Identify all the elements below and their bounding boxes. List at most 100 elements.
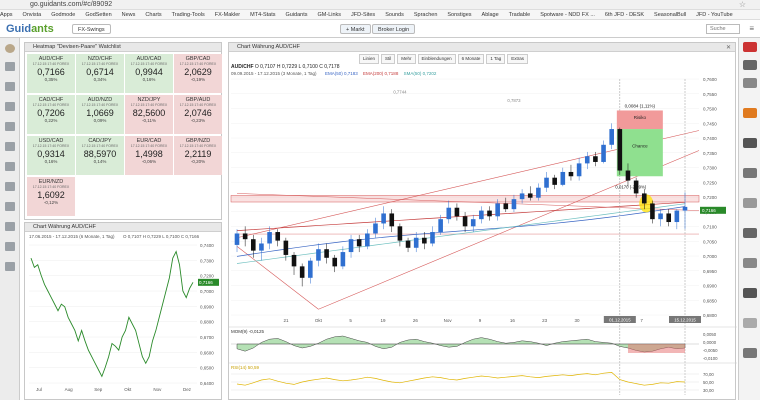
toolbar-button[interactable]: Stil [381, 54, 396, 64]
bookmark-item[interactable]: FX-Makler [215, 10, 240, 19]
candle-body [446, 207, 452, 220]
bookmark-item[interactable]: Charts [145, 10, 161, 19]
tile-date: 17.12.15 17:40 FOREX [32, 103, 70, 107]
date-marker-label: 01.12.2015 [609, 318, 631, 323]
tile-change: 0,16% [44, 159, 58, 164]
heatmap-tile[interactable]: AUD/CHF 17.12.15 17:40 FOREX 0,7166 0,35% [27, 54, 75, 93]
tile-change: 0,34% [93, 77, 107, 82]
bookmark-item[interactable]: Trading-Tools [172, 10, 205, 19]
url-text[interactable]: go.guidants.com/#c/89092 [30, 1, 112, 8]
heatmap-tile[interactable]: AUD/CAD 17.12.15 17:40 FOREX 0,9944 0,16% [125, 54, 173, 93]
y-tick-label: 0,6900 [703, 284, 717, 289]
x-tick-label: 26 [413, 318, 419, 323]
heatmap-tile[interactable]: NZD/JPY 17.12.15 17:40 FOREX 82,5600 -0,11% [125, 95, 173, 134]
workspace-tab[interactable]: FX-Swings [72, 24, 111, 34]
app-shortcut-icon[interactable] [743, 288, 757, 298]
bookmark-item[interactable]: Sprachen [414, 10, 438, 19]
chance-box[interactable] [616, 129, 663, 177]
bookmark-item[interactable]: GodSetten [85, 10, 111, 19]
toolbar-button[interactable]: Extras [507, 54, 529, 64]
bookmark-item[interactable]: JFD - YouTube [696, 10, 732, 19]
bookmark-item[interactable]: Tradable [509, 10, 531, 19]
tile-change: 0,14% [93, 159, 107, 164]
close-icon[interactable]: ✕ [726, 44, 731, 51]
news-icon[interactable] [5, 102, 15, 111]
app-shortcut-icon[interactable] [743, 168, 757, 178]
bookmark-item[interactable]: JFD-Sites [351, 10, 375, 19]
app-shortcut-icon[interactable] [743, 108, 757, 118]
heatmap-tile[interactable]: GBP/AUD 17.12.15 17:40 FOREX 2,0746 -0,23% [174, 95, 222, 134]
price-line [30, 250, 194, 378]
heatmap-tile[interactable]: NZD/CHF 17.12.15 17:40 FOREX 0,6714 0,34% [76, 54, 124, 93]
tile-price: 0,9314 [37, 149, 65, 159]
alerts-icon[interactable] [5, 142, 15, 151]
bookmark-star-icon[interactable]: ☆ [739, 0, 746, 9]
candle-body [658, 213, 663, 220]
guidants-logo[interactable]: Guidants [6, 23, 54, 35]
messages-icon[interactable] [5, 242, 15, 251]
bookmark-item[interactable]: News [122, 10, 136, 19]
small-price-chart[interactable]: 0,7400 0,7300 0,7200 0,7000 0,6900 0,6800 0,67… [25, 241, 223, 399]
x-tick-label: Aug [65, 387, 74, 392]
calendar-icon[interactable] [5, 182, 15, 191]
bookmark-item[interactable]: Ablage [482, 10, 499, 19]
chart-icon[interactable] [5, 82, 15, 91]
toolbar-button[interactable]: Mehr [397, 54, 416, 64]
bookmark-item[interactable]: Sounds [385, 10, 404, 19]
bookmark-item[interactable]: Godmode [51, 10, 75, 19]
toolbar-button[interactable]: Einblendungen [417, 54, 456, 64]
heatmap-tile[interactable]: CAD/CHF 17.12.15 17:40 FOREX 0,7206 0,22% [27, 95, 75, 134]
search-input[interactable]: Suche [706, 24, 740, 34]
avatar[interactable] [5, 44, 15, 53]
candle-body [479, 210, 484, 220]
bookmark-item[interactable]: Guidants [286, 10, 308, 19]
browser-address-bar[interactable]: go.guidants.com/#c/89092 ☆ [0, 0, 760, 10]
screener-icon[interactable] [5, 162, 15, 171]
bookmark-item[interactable]: Spotware - NDD FX ... [540, 10, 595, 19]
menu-icon[interactable]: ≡ [749, 24, 754, 33]
settings-icon[interactable] [5, 262, 15, 271]
app-shortcut-icon[interactable] [743, 60, 757, 70]
toolbar-button[interactable]: 1 Tag [486, 54, 506, 64]
tile-date: 17.12.15 17:40 FOREX [179, 62, 217, 66]
app-shortcut-icon[interactable] [743, 318, 757, 328]
add-market-button[interactable]: + Markt [340, 24, 371, 34]
heatmap-tile[interactable]: EUR/NZD 17.12.15 17:40 FOREX 1,6092 -0,12% [27, 177, 75, 216]
trades-icon[interactable] [5, 222, 15, 231]
portfolio-icon[interactable] [5, 122, 15, 131]
app-shortcut-icon[interactable] [743, 228, 757, 238]
heatmap-tile[interactable]: CAD/JPY 17.12.15 17:40 FOREX 88,5970 0,14% [76, 136, 124, 175]
tile-date: 17.12.15 17:40 FOREX [81, 144, 119, 148]
app-shortcut-icon[interactable] [743, 348, 757, 358]
watchlist-icon[interactable] [5, 62, 15, 71]
depot-icon[interactable] [5, 202, 15, 211]
bookmark-item[interactable]: SeasonalBull [654, 10, 686, 19]
app-shortcut-icon[interactable] [743, 42, 757, 52]
x-tick-label: 21 [283, 318, 289, 323]
heatmap-tile[interactable]: GBP/CAD 17.12.15 17:40 FOREX 2,0629 -0,19% [174, 54, 222, 93]
app-shortcut-icon[interactable] [743, 258, 757, 268]
bookmark-item[interactable]: GM-Links [318, 10, 342, 19]
tile-change: 0,22% [44, 118, 58, 123]
heatmap-tile[interactable]: AUD/NZD 17.12.15 17:40 FOREX 1,0669 0,09% [76, 95, 124, 134]
heatmap-tile[interactable]: GBP/NZD 17.12.15 17:40 FOREX 2,2119 -0,20% [174, 136, 222, 175]
toolbar-button[interactable]: Linien [359, 54, 380, 64]
bookmark-item[interactable]: Onvista [23, 10, 42, 19]
main-price-chart[interactable]: 0,7600 0,7550 0,7500 0,7450 0,7400 0,7350 0,73… [229, 77, 737, 401]
bookmark-item[interactable]: Apps [0, 10, 13, 19]
app-shortcut-icon[interactable] [743, 198, 757, 208]
app-shortcut-icon[interactable] [743, 138, 757, 148]
bookmark-item[interactable]: Sonstiges [447, 10, 471, 19]
tile-date: 17.12.15 17:40 FOREX [81, 103, 119, 107]
toolbar-button[interactable]: 6 Monate [457, 54, 485, 64]
heatmap-tile[interactable]: EUR/CAD 17.12.15 17:40 FOREX 1,4998 -0,06% [125, 136, 173, 175]
candle-body [584, 156, 590, 164]
main-chart-range: 09.09.2015 - 17.12.2015 (3 Monate, 1 Tag… [231, 71, 317, 76]
bookmark-item[interactable]: 6th JFD - DESK [605, 10, 644, 19]
app-shortcut-icon[interactable] [743, 78, 757, 88]
heatmap-tile[interactable]: USD/CAD 17.12.15 17:40 FOREX 0,9314 0,16% [27, 136, 75, 175]
broker-login-button[interactable]: Broker Login [372, 24, 416, 34]
y-tick-label: 0,7100 [703, 225, 717, 230]
small-chart-range: 17.06.2015 - 17.12.2015 (6 Monate, 1 Tag… [29, 234, 115, 239]
bookmark-item[interactable]: MT4-Stats [250, 10, 275, 19]
